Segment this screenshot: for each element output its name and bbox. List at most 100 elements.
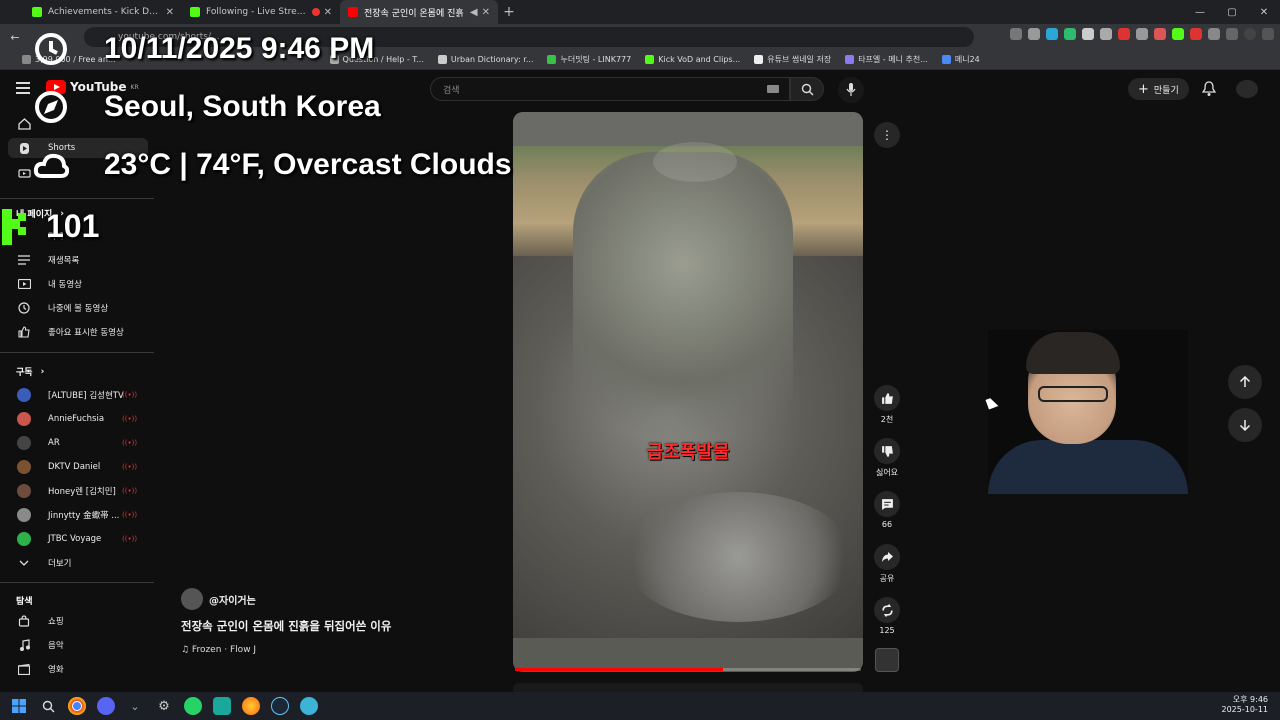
video-progress-bar[interactable] (515, 668, 861, 671)
maximize-icon[interactable]: ▢ (1216, 0, 1248, 24)
sidebar-item-shopping[interactable]: 쇼핑 (0, 611, 154, 631)
bookmark-item[interactable]: 타프엘 - 메니 추천... (845, 54, 928, 65)
short-title: 전장속 군인이 온몸에 진흙을 뒤집어쓴 이유 (181, 619, 392, 633)
new-tab-button[interactable]: + (498, 0, 520, 24)
comment-count: 66 (881, 520, 893, 529)
dislike-action[interactable]: 싫어요 (867, 438, 907, 478)
sidebar-item-playlists[interactable]: 재생목록 (0, 250, 154, 270)
browser-tab[interactable]: Achievements - Kick Dashboard ✕ (24, 0, 182, 24)
more-options-button[interactable]: ⋮ (874, 122, 900, 148)
tab-close-icon[interactable]: ✕ (482, 7, 490, 18)
sidebar-show-more[interactable]: 더보기 (0, 553, 154, 573)
subscription-item[interactable]: JTBC Voyage ((•)) (0, 529, 154, 549)
kick-follower-count: 101 (46, 208, 100, 244)
windows-start-icon[interactable] (10, 697, 28, 715)
next-short-button[interactable] (1228, 408, 1262, 442)
share-button[interactable] (874, 544, 900, 570)
keyboard-icon[interactable] (767, 85, 779, 93)
search-input[interactable]: 검색 (430, 77, 790, 101)
short-music-link[interactable]: ♫ Frozen · Flow J (181, 645, 256, 655)
bookmark-item[interactable]: 누더밋팅 - LINK777 (547, 54, 631, 65)
video-frame-top (513, 112, 863, 146)
extension-icon[interactable] (1172, 28, 1184, 40)
window-controls: — ▢ ✕ (1184, 0, 1280, 24)
sidebar-item-movies[interactable]: 영화 (0, 659, 154, 679)
tab-close-icon[interactable]: ✕ (166, 7, 174, 18)
sidebar-item-liked[interactable]: 좋아요 표시한 동영상 (0, 322, 154, 342)
app-chevron-icon[interactable]: ⌄ (126, 697, 144, 715)
live-icon: ((•)) (122, 415, 138, 423)
sidebar-item-watch-later[interactable]: 나중에 볼 동영상 (0, 298, 154, 318)
comments-action[interactable]: 66 (867, 491, 907, 529)
steam-icon[interactable] (271, 697, 289, 715)
bookmark-item[interactable]: 메니24 (941, 54, 980, 65)
app-icon[interactable] (300, 697, 318, 715)
notifications-bell-icon[interactable] (1201, 81, 1217, 101)
minimize-icon[interactable]: — (1184, 0, 1216, 24)
comments-button[interactable] (874, 491, 900, 517)
chrome-icon[interactable] (68, 697, 86, 715)
live-icon: ((•)) (122, 439, 138, 447)
subscription-item[interactable]: Jinnytty 金蠍帯 ... ((•)) (0, 505, 154, 525)
menu-icon[interactable] (1226, 28, 1238, 40)
audio-track-thumbnail[interactable] (875, 648, 899, 672)
cast-icon[interactable] (1010, 28, 1022, 40)
extension-icon[interactable] (1064, 28, 1076, 40)
channel-avatar[interactable] (181, 588, 203, 610)
extension-icon[interactable] (1136, 28, 1148, 40)
close-window-icon[interactable]: ✕ (1248, 0, 1280, 24)
dislike-button[interactable] (874, 438, 900, 464)
tab-close-icon[interactable]: ✕ (324, 7, 332, 18)
extension-icon[interactable] (1082, 28, 1094, 40)
taskbar-clock[interactable]: 오후 9:46 2025-10-11 (1222, 695, 1269, 715)
subscription-item[interactable]: AR ((•)) (0, 433, 154, 453)
bookmark-item[interactable]: 유튜브 썸네일 저장 (754, 54, 831, 65)
browser-tab[interactable]: Following - Live Streams on Kick ✕ (182, 0, 340, 24)
like-action[interactable]: 2천 (867, 385, 907, 425)
channel-handle[interactable]: @자이거는 (209, 592, 256, 607)
more-icon[interactable] (1262, 28, 1274, 40)
search-button[interactable] (790, 77, 824, 101)
extension-icon[interactable] (1154, 28, 1166, 40)
remix-action[interactable]: 125 (867, 597, 907, 635)
extension-icon[interactable] (1118, 28, 1130, 40)
subscription-item[interactable]: DKTV Daniel ((•)) (0, 457, 154, 477)
firefox-icon[interactable] (242, 697, 260, 715)
like-button[interactable] (874, 385, 900, 411)
hamburger-menu-icon[interactable] (16, 82, 30, 94)
settings-icon[interactable]: ⚙ (155, 697, 173, 715)
puzzle-icon[interactable] (1208, 28, 1220, 40)
bookmark-favicon-icon (941, 55, 951, 64)
bookmark-favicon-icon (22, 55, 31, 64)
webcam-shirt (988, 440, 1188, 494)
whatsapp-icon[interactable] (184, 697, 202, 715)
sidebar-item-music[interactable]: 음악 (0, 635, 154, 655)
share-action[interactable]: 공유 (867, 544, 907, 584)
browser-tab-active[interactable]: 전장속 군인이 온몸에 진흙 ◀ ✕ (340, 0, 498, 24)
star-icon[interactable] (1028, 28, 1040, 40)
back-icon[interactable]: ← (4, 31, 26, 44)
subscription-item[interactable]: AnnieFuchsia ((•)) (0, 409, 154, 429)
extension-icon[interactable] (1190, 28, 1202, 40)
create-button[interactable]: + 만들기 (1128, 78, 1189, 100)
extension-icon[interactable] (1046, 28, 1058, 40)
channel-info[interactable]: @자이거는 (181, 588, 256, 610)
app-icon[interactable] (213, 697, 231, 715)
subscription-item[interactable]: [ALTUBE] 김성현TV ((•)) (0, 385, 154, 405)
subscriptions-heading[interactable]: 구독 › (16, 365, 44, 379)
live-icon: ((•)) (122, 535, 138, 543)
discord-icon[interactable] (97, 697, 115, 715)
audio-icon[interactable]: ◀ (470, 7, 478, 18)
bookmark-item[interactable]: Urban Dictionary: r... (437, 55, 533, 64)
search-icon[interactable] (39, 697, 57, 715)
bookmark-item[interactable]: Kick VoD and Clips... (645, 55, 740, 64)
account-avatar[interactable] (1236, 80, 1258, 98)
profile-icon[interactable] (1244, 28, 1256, 40)
subscription-item[interactable]: Honey렌 [김치민] ((•)) (0, 481, 154, 501)
extension-icon[interactable] (1100, 28, 1112, 40)
sidebar-item-my-videos[interactable]: 내 동영상 (0, 274, 154, 294)
remix-button[interactable] (874, 597, 900, 623)
voice-search-button[interactable] (838, 77, 864, 103)
shorts-video-player[interactable]: 급조폭발물 (513, 112, 863, 672)
previous-short-button[interactable] (1228, 365, 1262, 399)
